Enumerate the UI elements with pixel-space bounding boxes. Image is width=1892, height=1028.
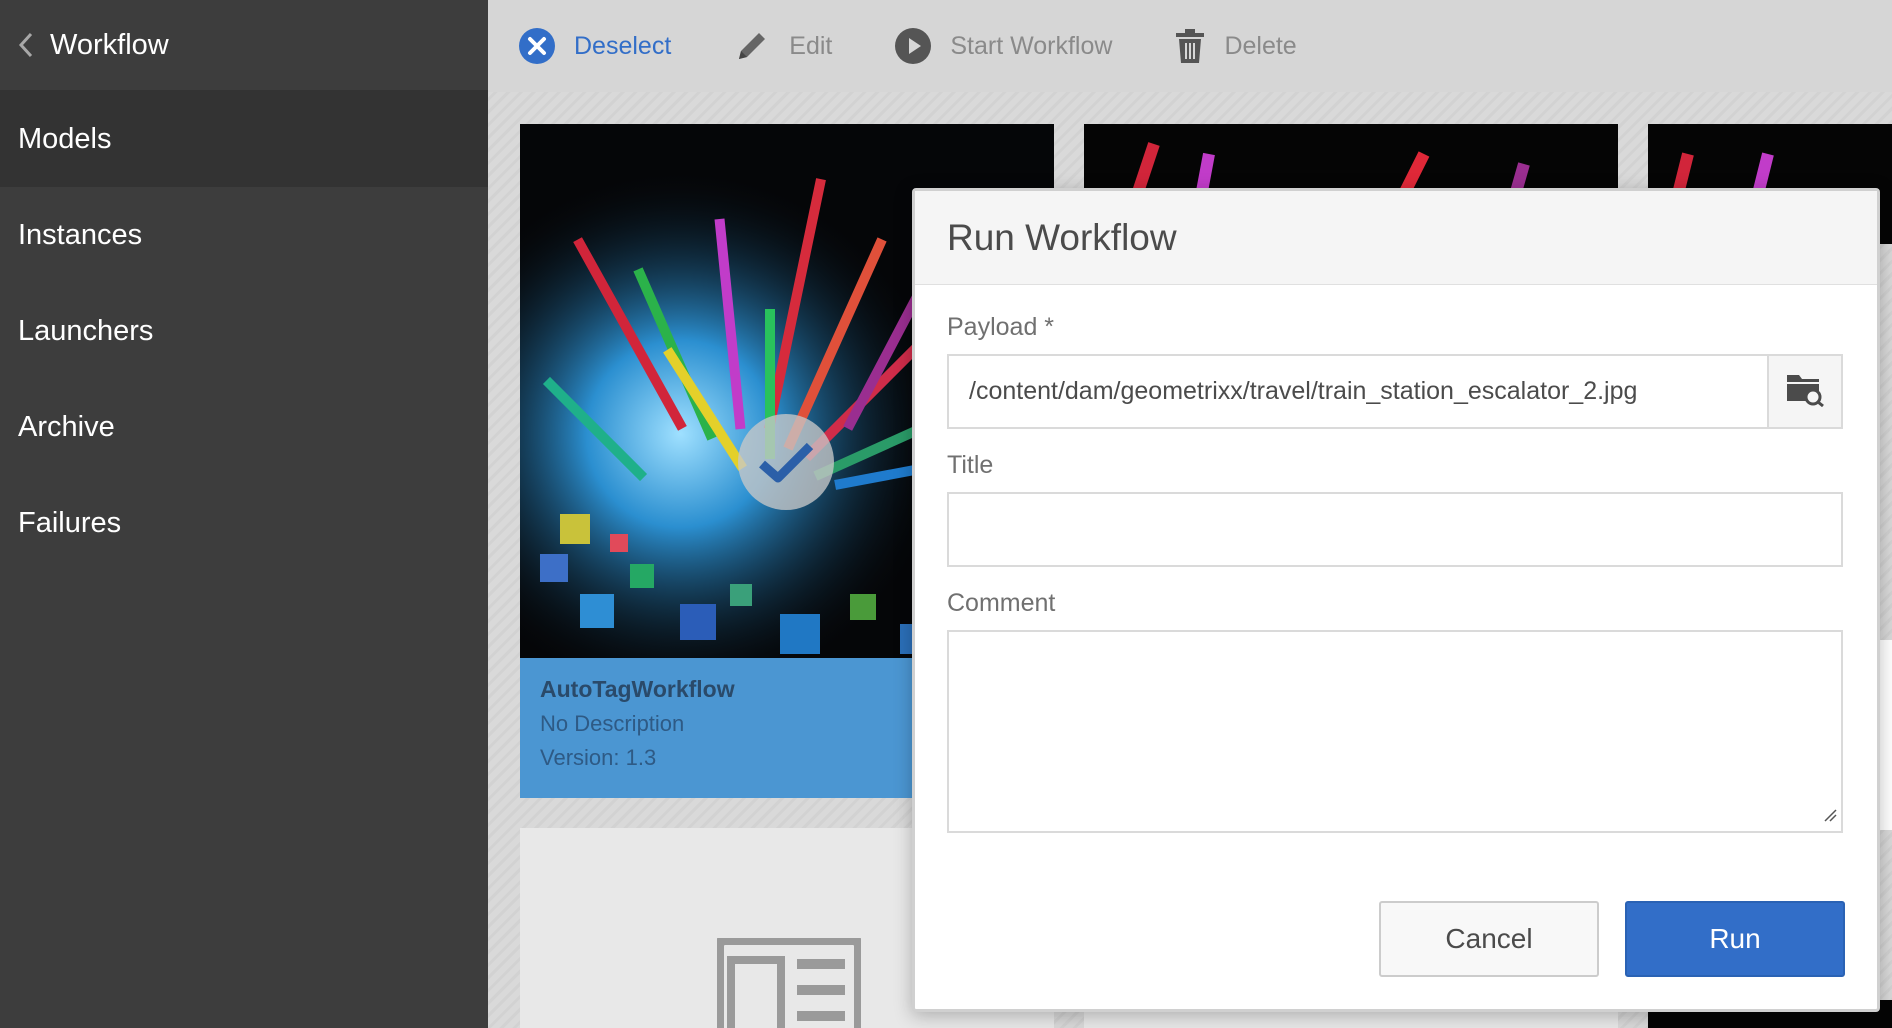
browse-payload-button[interactable] [1769, 354, 1843, 429]
start-workflow-button[interactable]: Start Workflow [894, 27, 1112, 65]
title-input[interactable] [947, 492, 1843, 567]
deselect-button[interactable]: Deselect [518, 27, 671, 65]
selected-checkmark-icon [738, 414, 834, 510]
edit-label: Edit [789, 31, 833, 60]
payload-input[interactable]: /content/dam/geometrixx/travel/train_sta… [947, 354, 1769, 429]
payload-label: Payload * [947, 313, 1055, 341]
run-button[interactable]: Run [1625, 901, 1845, 977]
dialog-title: Run Workflow [947, 216, 1177, 258]
chevron-left-icon[interactable] [18, 32, 34, 58]
sidebar: Workflow Models Instances Launchers Arch… [0, 0, 488, 1028]
title-label: Title [947, 451, 994, 479]
workflow-card-partial[interactable] [1878, 640, 1892, 830]
run-workflow-dialog: Run Workflow Payload * /content/dam/geom… [912, 188, 1880, 1012]
delete-button[interactable]: Delete [1174, 27, 1297, 65]
play-circle-icon [894, 27, 932, 65]
folder-search-icon [1785, 371, 1825, 412]
dialog-header: Run Workflow [915, 191, 1877, 285]
cancel-button[interactable]: Cancel [1379, 901, 1599, 977]
sidebar-item-label: Instances [18, 218, 143, 251]
sidebar-header: Workflow [0, 0, 488, 91]
sidebar-item-label: Archive [18, 410, 115, 443]
comment-textarea[interactable] [947, 630, 1843, 833]
sidebar-item-instances[interactable]: Instances [0, 187, 488, 283]
close-circle-icon [518, 27, 556, 65]
dialog-footer: Cancel Run [1379, 901, 1845, 977]
payload-field-row: /content/dam/geometrixx/travel/train_sta… [947, 354, 1845, 429]
resize-handle-icon[interactable] [1823, 808, 1837, 827]
sidebar-item-label: Failures [18, 506, 122, 539]
sidebar-item-label: Models [18, 122, 112, 155]
dialog-body: Payload * /content/dam/geometrixx/travel… [915, 313, 1877, 833]
layout-placeholder-icon [717, 938, 861, 1028]
sidebar-item-failures[interactable]: Failures [0, 475, 488, 571]
start-workflow-label: Start Workflow [950, 31, 1113, 60]
edit-button[interactable]: Edit [733, 27, 832, 65]
action-toolbar: Deselect Edit Start Workflow Delete [488, 0, 1892, 92]
deselect-label: Deselect [574, 31, 672, 60]
sidebar-item-launchers[interactable]: Launchers [0, 283, 488, 379]
sidebar-item-label: Launchers [18, 314, 154, 347]
sidebar-item-models[interactable]: Models [0, 91, 488, 187]
sidebar-title[interactable]: Workflow [50, 29, 169, 62]
pencil-icon [733, 27, 771, 65]
sidebar-item-archive[interactable]: Archive [0, 379, 488, 475]
trash-icon [1174, 27, 1206, 65]
delete-label: Delete [1224, 31, 1297, 60]
comment-label: Comment [947, 589, 1056, 617]
